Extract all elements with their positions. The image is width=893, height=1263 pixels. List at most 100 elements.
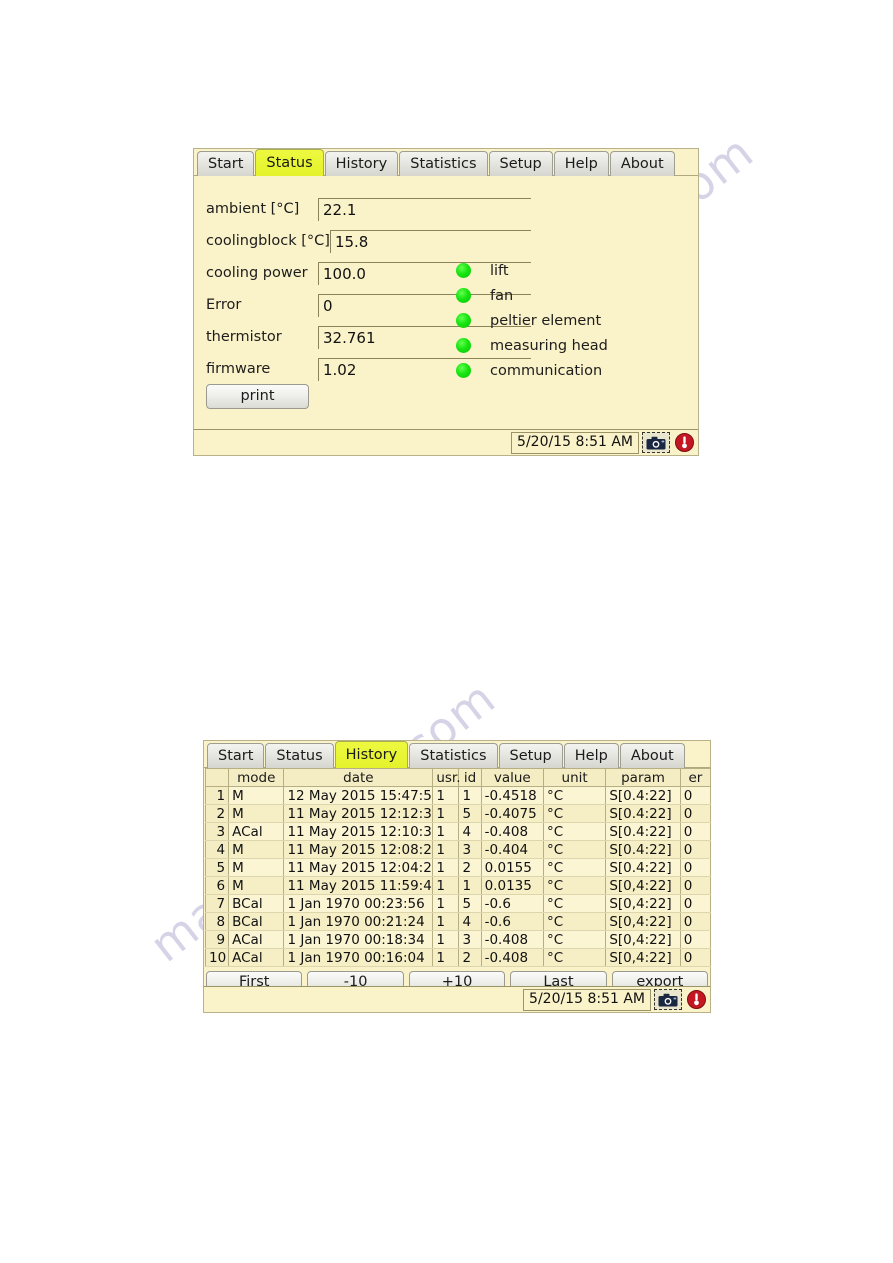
warning-thermometer-icon <box>687 990 706 1009</box>
col-header-mode[interactable]: mode <box>228 768 285 787</box>
col-header-er[interactable]: er <box>679 768 712 787</box>
cell-date: 11 May 2015 12:10:32 <box>283 822 434 841</box>
cell-id: 3 <box>458 840 482 859</box>
cell-usr: 1 <box>432 948 460 967</box>
field-firmware-label: firmware <box>206 361 271 377</box>
table-row[interactable]: 10 ACal 1 Jan 1970 00:16:04 1 2 -0.408 °C S[0,4… <box>204 948 712 967</box>
led-indicator-communication-icon <box>456 363 471 378</box>
tab-help-2[interactable]: Help <box>563 743 619 768</box>
cell-er: 0 <box>679 894 712 913</box>
cell-date: 12 May 2015 15:47:59 <box>283 786 434 805</box>
table-row[interactable]: 4 M 11 May 2015 12:08:22 1 3 -0.404 °C S[0.4:22… <box>204 840 712 859</box>
field-coolingblock-value[interactable]: 15.8 <box>329 230 531 253</box>
cell-num: 8 <box>204 912 230 931</box>
history-table-wrapper[interactable]: mode date usr. id value unit param er 1M… <box>204 768 712 967</box>
cell-id: 3 <box>458 930 482 949</box>
cell-value: -0.4518 <box>480 786 544 805</box>
col-header-unit[interactable]: unit <box>542 768 607 787</box>
cell-unit: °C <box>542 930 607 949</box>
clock-display: 5/20/15 8:51 AM <box>511 431 639 454</box>
print-button[interactable]: print <box>206 384 309 409</box>
table-row[interactable]: 2 M 11 May 2015 12:12:38 1 5 -0.4075 °C S[0.4:2… <box>204 804 712 823</box>
cell-mode: ACal <box>228 822 285 841</box>
screenshot-button-2[interactable] <box>654 989 682 1010</box>
cell-unit: °C <box>542 804 607 823</box>
cell-er: 0 <box>679 804 712 823</box>
field-ambient-label: ambient [°C] <box>206 201 300 217</box>
tab-setup[interactable]: Setup <box>488 151 553 176</box>
led-indicator-fan-icon <box>456 288 471 303</box>
cell-value: -0.408 <box>480 930 544 949</box>
led-row-fan: fan <box>456 283 608 308</box>
cell-num: 2 <box>204 804 230 823</box>
cell-id: 2 <box>458 948 482 967</box>
tab-history-2[interactable]: History <box>334 741 409 768</box>
field-error-label: Error <box>206 297 242 313</box>
tab-setup-2[interactable]: Setup <box>498 743 563 768</box>
cell-param: S[0.4:22] <box>605 858 681 877</box>
cell-value: -0.6 <box>480 912 544 931</box>
cell-mode: ACal <box>228 930 285 949</box>
col-header-usr[interactable]: usr. <box>432 768 461 787</box>
led-label-fan: fan <box>490 287 514 304</box>
cell-mode: BCal <box>228 894 285 913</box>
field-ambient-value[interactable]: 22.1 <box>318 198 531 221</box>
cell-usr: 1 <box>432 894 460 913</box>
cell-date: 11 May 2015 12:08:22 <box>283 840 434 859</box>
tab-statistics[interactable]: Statistics <box>399 151 488 176</box>
col-header-value[interactable]: value <box>480 768 544 787</box>
led-label-measuring-head: measuring head <box>490 337 608 354</box>
tab-start[interactable]: Start <box>197 151 255 176</box>
cell-unit: °C <box>542 858 607 877</box>
cell-id: 5 <box>458 894 482 913</box>
screenshot-button[interactable] <box>642 432 670 453</box>
cell-num: 6 <box>204 876 230 895</box>
alarm-button[interactable] <box>674 432 695 453</box>
col-header-rownum[interactable] <box>204 768 230 787</box>
table-row[interactable]: 3 ACal 11 May 2015 12:10:32 1 4 -0.408 °C S[0.4… <box>204 822 712 841</box>
led-indicator-peltier-element-icon <box>456 313 471 328</box>
table-row[interactable]: 1 M 12 May 2015 15:47:59 1 1 -0.4518 °C S[0.4:2… <box>204 786 712 805</box>
cell-usr: 1 <box>432 840 460 859</box>
led-label-lift: lift <box>490 262 509 279</box>
cell-mode: BCal <box>228 912 285 931</box>
cell-er: 0 <box>679 840 712 859</box>
camera-icon <box>658 993 678 1006</box>
cell-param: S[0,4:22] <box>605 876 681 895</box>
alarm-button-2[interactable] <box>686 989 707 1010</box>
table-row[interactable]: 9 ACal 1 Jan 1970 00:18:34 1 3 -0.408 °C S[0,4:… <box>204 930 712 949</box>
status-tabbar: Start Status History Statistics Setup He… <box>194 149 698 176</box>
tab-about[interactable]: About <box>609 151 675 176</box>
tab-status[interactable]: Status <box>255 149 324 176</box>
cell-num: 3 <box>204 822 230 841</box>
cell-unit: °C <box>542 912 607 931</box>
table-header-row: mode date usr. id value unit param er <box>204 768 712 787</box>
cell-date: 11 May 2015 12:04:28 <box>283 858 434 877</box>
cell-num: 9 <box>204 930 230 949</box>
tab-start-2[interactable]: Start <box>207 743 265 768</box>
field-coolingblock-label: coolingblock [°C] <box>206 233 330 249</box>
cell-param: S[0,4:22] <box>605 930 681 949</box>
cell-num: 10 <box>204 948 230 967</box>
cell-value: -0.408 <box>480 948 544 967</box>
field-ambient: ambient [°C] 22.1 <box>206 190 531 221</box>
table-row[interactable]: 5 M 11 May 2015 12:04:28 1 2 0.0155 °C S[0.4:22… <box>204 858 712 877</box>
cell-value: 0.0155 <box>480 858 544 877</box>
col-header-date[interactable]: date <box>283 768 434 787</box>
col-header-param[interactable]: param <box>605 768 681 787</box>
tab-status-2[interactable]: Status <box>265 743 334 768</box>
tab-help[interactable]: Help <box>553 151 609 176</box>
tab-statistics-2[interactable]: Statistics <box>409 743 498 768</box>
table-row[interactable]: 7 BCal 1 Jan 1970 00:23:56 1 5 -0.6 °C S[0,4:22… <box>204 894 712 913</box>
tab-history[interactable]: History <box>324 151 399 176</box>
cell-num: 7 <box>204 894 230 913</box>
tab-about-2[interactable]: About <box>619 743 685 768</box>
col-header-id[interactable]: id <box>458 768 482 787</box>
cell-num: 1 <box>204 786 230 805</box>
table-row[interactable]: 8 BCal 1 Jan 1970 00:21:24 1 4 -0.6 °C S[0,4:22… <box>204 912 712 931</box>
cell-id: 5 <box>458 804 482 823</box>
cell-unit: °C <box>542 876 607 895</box>
status-panel-statusbar: 5/20/15 8:51 AM <box>194 429 698 455</box>
status-screen-panel: Start Status History Statistics Setup He… <box>193 148 699 456</box>
table-row[interactable]: 6 M 11 May 2015 11:59:43 1 1 0.0135 °C S[0,4:22… <box>204 876 712 895</box>
